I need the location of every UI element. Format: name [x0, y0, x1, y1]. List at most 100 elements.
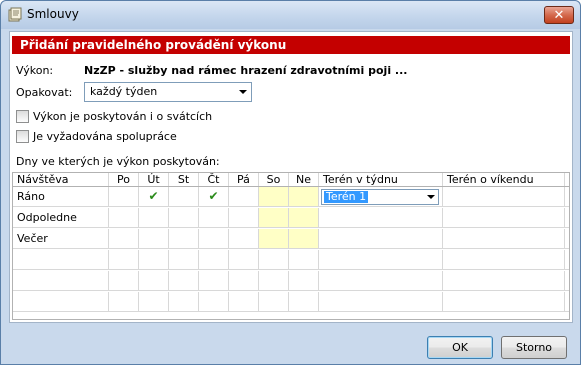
day-cell-ne[interactable] — [289, 208, 319, 227]
day-cell-ut[interactable] — [139, 208, 169, 227]
table-row-empty — [13, 271, 569, 291]
empty-cell — [13, 292, 109, 311]
empty-cell — [109, 271, 139, 290]
row-name[interactable]: Ráno — [13, 187, 109, 206]
day-cell-po[interactable] — [109, 187, 139, 206]
day-cell-st[interactable] — [169, 208, 199, 227]
column-header-so[interactable]: So — [259, 173, 289, 186]
day-cell-so[interactable] — [259, 187, 289, 206]
empty-cell — [169, 271, 199, 290]
empty-cell — [229, 271, 259, 290]
empty-cell — [319, 292, 443, 311]
empty-cell — [13, 271, 109, 290]
table-row-empty — [13, 250, 569, 270]
empty-cell — [259, 271, 289, 290]
column-header-po[interactable]: Po — [109, 173, 139, 186]
window-title: Smlouvy — [27, 7, 79, 21]
empty-cell — [109, 250, 139, 269]
teren-vikend-cell[interactable] — [443, 187, 565, 206]
column-header-navsteva[interactable]: Návštěva — [13, 173, 109, 186]
close-icon: ✕ — [553, 7, 565, 23]
teren-tyden-cell[interactable]: Terén 1 — [319, 187, 443, 206]
title-bar[interactable]: Smlouvy ✕ — [1, 1, 580, 29]
empty-cell — [443, 271, 565, 290]
teren-tyden-value: Terén 1 — [324, 190, 369, 203]
close-button[interactable]: ✕ — [544, 6, 574, 24]
empty-cell — [289, 271, 319, 290]
empty-cell — [229, 292, 259, 311]
day-cell-st[interactable] — [169, 229, 199, 248]
table-row[interactable]: Večer — [13, 229, 569, 249]
empty-cell — [289, 292, 319, 311]
empty-cell — [289, 250, 319, 269]
svatky-label[interactable]: Výkon je poskytován i o svátcích — [33, 110, 212, 123]
dialog-content: Přidání pravidelného provádění výkonu Vý… — [9, 31, 573, 323]
chevron-down-icon[interactable] — [239, 90, 247, 94]
empty-cell — [259, 292, 289, 311]
day-cell-ct[interactable] — [199, 229, 229, 248]
table-row[interactable]: Odpoledne — [13, 208, 569, 228]
column-header-teren-tyden[interactable]: Terén v týdnu — [319, 173, 443, 186]
app-icon — [7, 7, 23, 23]
days-grid[interactable]: Návštěva Po Út St Čt Pá So Ne Terén v tý… — [12, 172, 570, 320]
row-name[interactable]: Večer — [13, 229, 109, 248]
opakovat-label: Opakovat: — [16, 86, 73, 99]
opakovat-select[interactable]: každý týden — [84, 82, 252, 102]
vykon-value: NzZP - služby nad rámec hrazení zdravotn… — [84, 64, 408, 77]
check-icon: ✔ — [148, 189, 159, 203]
day-cell-ut[interactable]: ✔ — [139, 187, 169, 206]
empty-cell — [139, 271, 169, 290]
teren-vikend-cell[interactable] — [443, 229, 565, 248]
dny-label: Dny ve kterých je výkon poskytován: — [16, 155, 220, 168]
teren-tyden-select[interactable]: Terén 1 — [321, 189, 439, 205]
day-cell-pa[interactable] — [229, 229, 259, 248]
chevron-down-icon[interactable] — [427, 195, 435, 199]
teren-tyden-cell[interactable] — [319, 208, 443, 227]
empty-cell — [139, 292, 169, 311]
row-name[interactable]: Odpoledne — [13, 208, 109, 227]
empty-cell — [443, 250, 565, 269]
spoluprace-checkbox[interactable] — [16, 130, 29, 143]
column-header-teren-vikend[interactable]: Terén o víkendu — [443, 173, 565, 186]
day-cell-pa[interactable] — [229, 208, 259, 227]
column-header-pa[interactable]: Pá — [229, 173, 259, 186]
teren-tyden-cell[interactable] — [319, 229, 443, 248]
day-cell-pa[interactable] — [229, 187, 259, 206]
empty-cell — [443, 292, 565, 311]
day-cell-po[interactable] — [109, 208, 139, 227]
dialog-window: Smlouvy ✕ Přidání pravidelného provádění… — [0, 0, 581, 365]
empty-cell — [13, 250, 109, 269]
form-header: Přidání pravidelného provádění výkonu — [12, 36, 570, 54]
day-cell-st[interactable] — [169, 187, 199, 206]
empty-cell — [199, 271, 229, 290]
table-row-empty — [13, 292, 569, 312]
day-cell-ct[interactable] — [199, 208, 229, 227]
empty-cell — [199, 292, 229, 311]
column-header-ct[interactable]: Čt — [199, 173, 229, 186]
column-header-st[interactable]: St — [169, 173, 199, 186]
empty-cell — [109, 292, 139, 311]
day-cell-so[interactable] — [259, 229, 289, 248]
teren-vikend-cell[interactable] — [443, 208, 565, 227]
column-header-ne[interactable]: Ne — [289, 173, 319, 186]
day-cell-ut[interactable] — [139, 229, 169, 248]
empty-cell — [259, 250, 289, 269]
empty-cell — [199, 250, 229, 269]
day-cell-so[interactable] — [259, 208, 289, 227]
ok-button[interactable]: OK — [427, 336, 493, 359]
vykon-label: Výkon: — [16, 64, 54, 77]
spoluprace-label[interactable]: Je vyžadována spolupráce — [33, 130, 177, 143]
table-row[interactable]: Ráno ✔ ✔ Terén 1 — [13, 187, 569, 207]
day-cell-po[interactable] — [109, 229, 139, 248]
day-cell-ne[interactable] — [289, 229, 319, 248]
day-cell-ct[interactable]: ✔ — [199, 187, 229, 206]
empty-cell — [319, 250, 443, 269]
svatky-checkbox[interactable] — [16, 110, 29, 123]
empty-cell — [169, 250, 199, 269]
empty-cell — [319, 271, 443, 290]
check-icon: ✔ — [208, 189, 219, 203]
cancel-button[interactable]: Storno — [501, 336, 567, 359]
day-cell-ne[interactable] — [289, 187, 319, 206]
column-header-ut[interactable]: Út — [139, 173, 169, 186]
opakovat-value: každý týden — [90, 85, 158, 98]
